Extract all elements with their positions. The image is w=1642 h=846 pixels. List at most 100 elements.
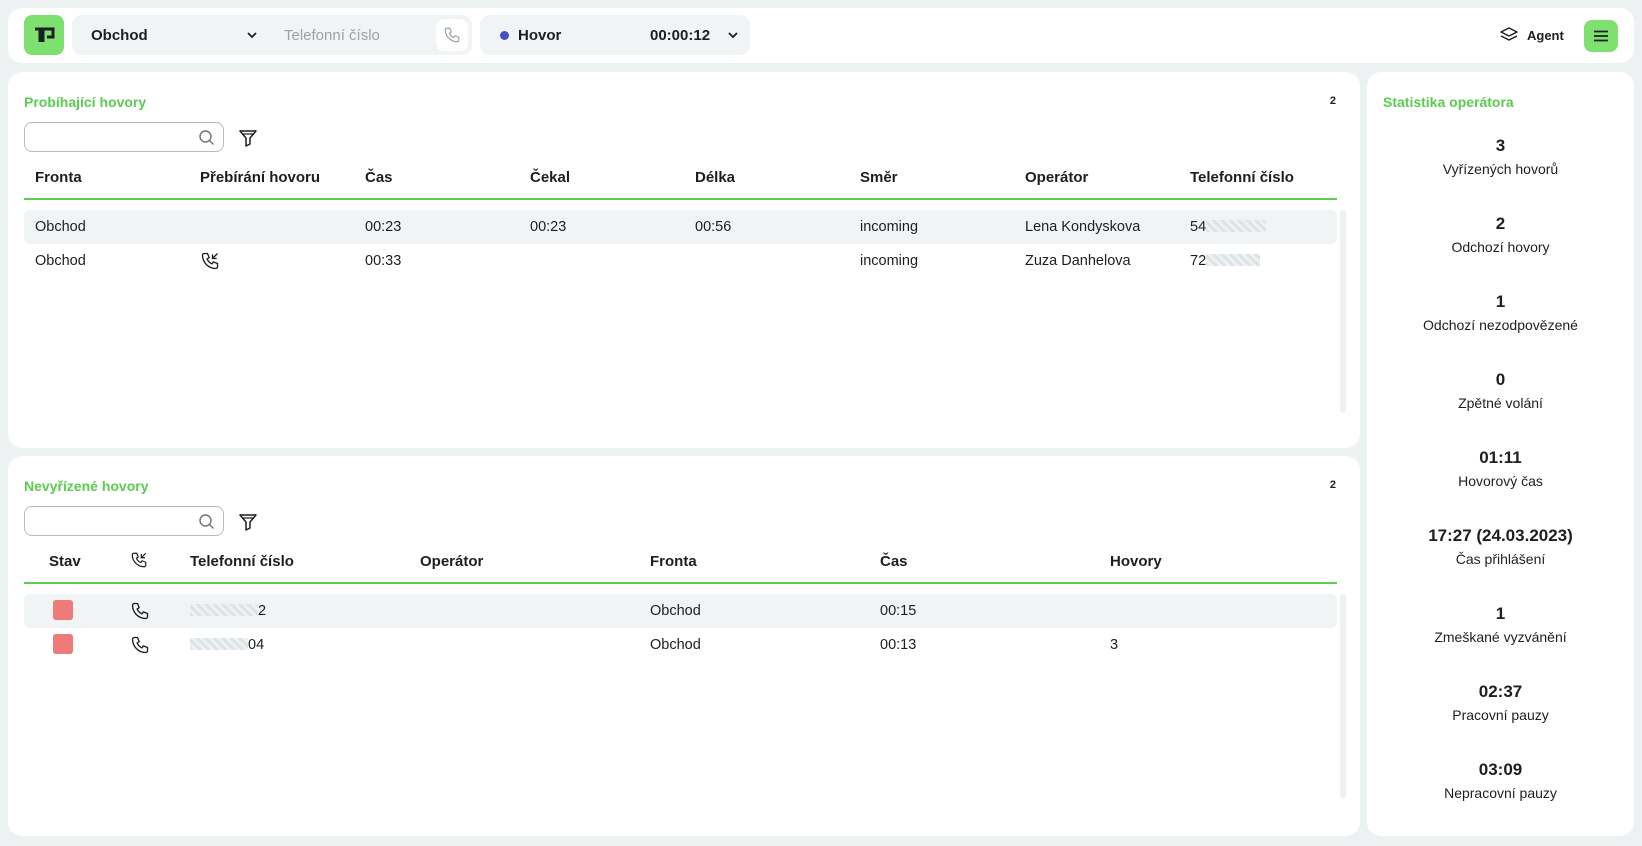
search-icon[interactable] xyxy=(198,513,215,530)
search-input[interactable] xyxy=(35,128,195,146)
cell-operator: Lena Kondyskova xyxy=(1025,219,1141,235)
stat-item: 02:37 Pracovní pauzy xyxy=(1367,682,1634,723)
stat-label: Pracovní pauzy xyxy=(1452,707,1549,723)
status-indicator xyxy=(53,600,73,620)
column-header[interactable]: Délka xyxy=(695,169,735,186)
table-row[interactable]: 2 Obchod 00:15 xyxy=(24,594,1337,628)
cell-cas: 00:13 xyxy=(880,637,917,653)
masked-digits xyxy=(190,604,258,616)
column-header[interactable]: Čekal xyxy=(530,169,570,186)
stat-item: 3 Vyřízených hovorů xyxy=(1367,136,1634,177)
search-field xyxy=(24,122,224,152)
menu-button[interactable] xyxy=(1584,20,1618,52)
column-header[interactable]: Operátor xyxy=(1025,169,1088,186)
table-header: Fronta Přebírání hovoru Čas Čekal Délka … xyxy=(24,154,1337,200)
stat-item: 1 Odchozí nezodpovězené xyxy=(1367,292,1634,333)
column-header[interactable]: Operátor xyxy=(420,553,483,570)
stat-item: 17:27 (24.03.2023) Čas přihlášení xyxy=(1367,526,1634,567)
stat-label: Čas přihlášení xyxy=(1455,551,1546,567)
scrollbar[interactable] xyxy=(1340,210,1346,413)
panel-title: Nevyřízené hovory xyxy=(24,478,149,494)
cell-cas: 00:23 xyxy=(365,219,402,235)
stat-value: 1 xyxy=(1495,292,1506,311)
column-header[interactable]: Přebírání hovoru xyxy=(200,169,320,186)
cell-cekal: 00:23 xyxy=(530,219,567,235)
column-header[interactable]: Čas xyxy=(365,169,393,186)
top-bar: Obchod Hovor 00:00:12 Agent xyxy=(8,8,1634,63)
phone-callback-icon[interactable] xyxy=(130,551,148,569)
cell-phone: 72 xyxy=(1190,253,1261,269)
phone-icon[interactable] xyxy=(130,601,150,621)
stat-label: Vyřízených hovorů xyxy=(1442,161,1559,177)
masked-digits xyxy=(1206,220,1267,232)
chevron-down-icon xyxy=(247,32,257,39)
app-logo-icon[interactable] xyxy=(24,15,64,55)
cell-smer: incoming xyxy=(860,219,919,235)
stat-item: 03:09 Nepracovní pauzy xyxy=(1367,760,1634,801)
panel-title: Statistika operátora xyxy=(1383,94,1514,110)
filter-icon[interactable] xyxy=(238,128,258,148)
status-indicator xyxy=(53,634,73,654)
operator-stats-panel: Statistika operátora 3 Vyřízených hovorů… xyxy=(1367,72,1634,836)
column-header[interactable]: Čas xyxy=(880,553,908,570)
search-field xyxy=(24,506,224,536)
stat-value: 1 xyxy=(1495,604,1506,623)
stat-label: Nepracovní pauzy xyxy=(1444,785,1557,801)
column-header[interactable]: Fronta xyxy=(650,553,697,570)
stat-label: Odchozí hovory xyxy=(1451,239,1550,255)
column-header[interactable]: Telefonní číslo xyxy=(190,553,294,570)
phone-number-input[interactable] xyxy=(284,21,434,49)
column-header[interactable]: Směr xyxy=(860,169,898,186)
search-icon[interactable] xyxy=(198,129,215,146)
queue-and-dial-group: Obchod xyxy=(72,15,472,55)
call-status-select[interactable]: Hovor 00:00:12 xyxy=(480,15,750,55)
stat-value: 0 xyxy=(1495,370,1506,389)
scrollbar[interactable] xyxy=(1340,594,1346,798)
cell-cas: 00:15 xyxy=(880,603,917,619)
column-header[interactable]: Hovory xyxy=(1110,553,1162,570)
cell-phone: 54 xyxy=(1190,219,1267,235)
agent-button[interactable]: Agent xyxy=(1500,25,1574,47)
stat-value: 17:27 (24.03.2023) xyxy=(1428,526,1573,545)
cell-fronta: Obchod xyxy=(35,253,86,269)
phone-suffix: 2 xyxy=(258,603,267,619)
stat-value: 2 xyxy=(1495,214,1506,233)
masked-digits xyxy=(1206,254,1261,266)
cell-fronta: Obchod xyxy=(35,219,86,235)
panel-title: Probíhající hovory xyxy=(24,94,147,110)
ongoing-calls-panel: Probíhající hovory 2 Fronta Přebírání ho… xyxy=(8,72,1360,448)
table-row[interactable]: Obchod 00:33 incoming Zuza Danhelova 72 xyxy=(24,244,1337,278)
phone-prefix: 72 xyxy=(1190,253,1207,269)
table-row[interactable]: 04 Obchod 00:13 3 xyxy=(24,628,1337,662)
dial-button[interactable] xyxy=(436,19,468,51)
chevron-down-icon xyxy=(728,32,738,39)
stat-label: Zpětné volání xyxy=(1458,395,1543,411)
cell-operator: Zuza Danhelova xyxy=(1025,253,1131,269)
table-header: Stav Telefonní číslo Operátor Fronta Čas… xyxy=(24,538,1337,584)
status-label: Hovor xyxy=(518,27,562,44)
search-input[interactable] xyxy=(35,512,195,530)
column-header[interactable]: Stav xyxy=(49,553,81,570)
column-header[interactable]: Fronta xyxy=(35,169,82,186)
phone-incoming-icon[interactable] xyxy=(200,251,220,271)
stat-item: 01:11 Hovorový čas xyxy=(1367,448,1634,489)
table-row[interactable]: Obchod 00:23 00:23 00:56 incoming Lena K… xyxy=(24,210,1337,244)
stat-value: 01:11 xyxy=(1479,448,1522,467)
stat-value: 03:09 xyxy=(1478,760,1523,779)
cell-phone: 04 xyxy=(190,637,264,653)
cell-delka: 00:56 xyxy=(695,219,732,235)
layers-icon xyxy=(1500,27,1518,41)
stat-value: 3 xyxy=(1495,136,1506,155)
cell-cas: 00:33 xyxy=(365,253,402,269)
cell-hovory: 3 xyxy=(1110,637,1119,653)
stat-label: Hovorový čas xyxy=(1458,473,1543,489)
stat-value: 02:37 xyxy=(1478,682,1523,701)
queue-select[interactable]: Obchod xyxy=(72,15,272,55)
queue-select-value: Obchod xyxy=(91,27,148,44)
unresolved-calls-panel: Nevyřízené hovory 2 Stav Telefonní číslo… xyxy=(8,456,1360,836)
stat-item: 2 Odchozí hovory xyxy=(1367,214,1634,255)
filter-icon[interactable] xyxy=(238,512,258,532)
call-count: 2 xyxy=(1329,95,1336,107)
phone-icon[interactable] xyxy=(130,635,150,655)
column-header[interactable]: Telefonní číslo xyxy=(1190,169,1294,186)
